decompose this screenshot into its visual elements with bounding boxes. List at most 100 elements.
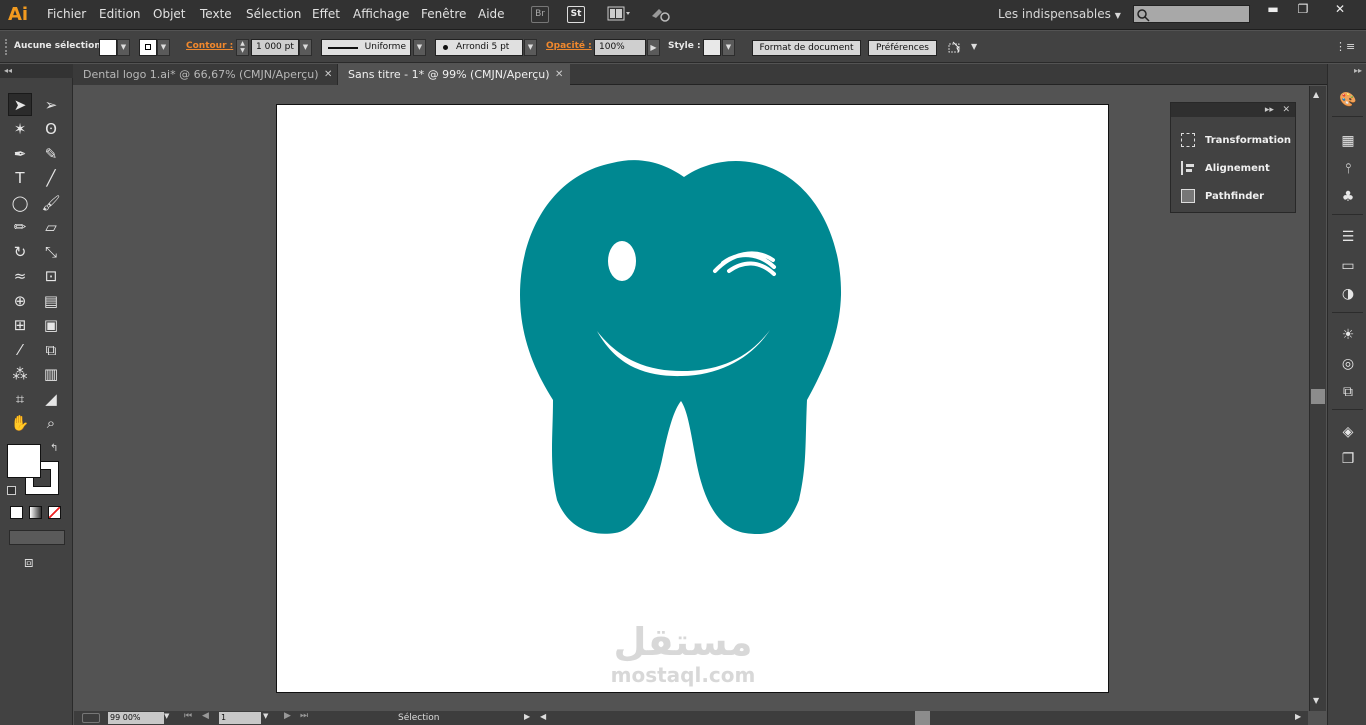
warp-icon[interactable]: ≈ xyxy=(8,265,32,288)
workspace-switcher[interactable]: Les indispensables ▼ xyxy=(998,7,1121,21)
fill-color-swatch[interactable] xyxy=(7,444,41,478)
scroll-right-icon[interactable]: ▶ xyxy=(1295,712,1301,721)
dock-collapse-icon[interactable]: ▸▸ xyxy=(1354,66,1362,75)
horizontal-scrollbar[interactable]: ◀ ▶ xyxy=(536,711,1308,725)
close-icon[interactable]: ✕ xyxy=(555,64,563,85)
panel-item-transformation[interactable]: Transformation xyxy=(1181,130,1291,150)
opacity-label[interactable]: Opacité : xyxy=(546,41,592,51)
asset-export-icon[interactable]: ⧉ xyxy=(1338,383,1358,401)
tooth-logo[interactable] xyxy=(277,105,1110,694)
panel-item-pathfinder[interactable]: Pathfinder xyxy=(1181,186,1264,206)
document-setup-button[interactable]: Format de document xyxy=(752,40,861,56)
zoom-dropdown[interactable]: ▼ xyxy=(164,712,169,720)
graphic-styles-icon[interactable]: ◎ xyxy=(1338,355,1358,373)
type-tool-icon[interactable]: T xyxy=(8,167,32,190)
close-icon[interactable]: ✕ xyxy=(324,64,332,85)
brush-dropdown[interactable]: ▼ xyxy=(524,39,537,56)
preferences-button[interactable]: Préférences xyxy=(868,40,937,56)
stroke-dropdown[interactable]: ▼ xyxy=(157,39,170,56)
magic-wand-icon[interactable]: ✶ xyxy=(8,118,32,141)
stock-icon[interactable]: St xyxy=(567,6,585,23)
tools-panel-collapse-icon[interactable]: ◂◂ xyxy=(0,64,73,78)
menu-effet[interactable]: Effet xyxy=(312,7,340,21)
artboard-number-field[interactable]: 1 xyxy=(219,712,261,724)
fill-dropdown[interactable]: ▼ xyxy=(117,39,130,56)
menu-objet[interactable]: Objet xyxy=(153,7,185,21)
stroke-profile-field[interactable]: Uniforme xyxy=(321,39,411,56)
scale-icon[interactable]: ⤡ xyxy=(39,240,63,263)
artboard[interactable] xyxy=(276,104,1109,693)
color-mode-icon[interactable] xyxy=(10,506,23,519)
fill-swatch[interactable] xyxy=(99,39,117,56)
paintbrush-icon[interactable]: 🖌 xyxy=(39,191,63,214)
curvature-icon[interactable]: ✎ xyxy=(39,142,63,165)
direct-selection-tool-icon[interactable]: ➢ xyxy=(39,93,63,116)
pen-tool-icon[interactable]: ✒ xyxy=(8,142,32,165)
next-artboard-icon[interactable]: ▶ xyxy=(284,711,291,721)
gradient-panel-icon[interactable]: ▭ xyxy=(1338,257,1358,275)
rotate-icon[interactable]: ↻ xyxy=(8,240,32,263)
artboard-tool-icon[interactable]: ⌗ xyxy=(8,387,32,410)
menu-selection[interactable]: Sélection xyxy=(246,7,301,21)
shape-builder-icon[interactable]: ⊕ xyxy=(8,289,32,312)
scroll-thumb[interactable] xyxy=(1311,389,1325,404)
hand-icon[interactable]: ✋ xyxy=(8,412,32,435)
swap-colors-icon[interactable]: ↰ xyxy=(50,443,58,454)
scroll-down-icon[interactable]: ▼ xyxy=(1313,696,1319,705)
menu-aide[interactable]: Aide xyxy=(478,7,505,21)
last-artboard-icon[interactable]: ⏭ xyxy=(300,711,308,721)
stroke-profile-dropdown[interactable]: ▼ xyxy=(413,39,426,56)
slice-icon[interactable]: ◢ xyxy=(39,387,63,410)
appearance-icon[interactable]: ☀ xyxy=(1338,326,1358,344)
opacity-field[interactable]: 100% xyxy=(594,39,646,56)
draw-modes-icon[interactable] xyxy=(9,530,65,545)
scroll-up-icon[interactable]: ▲ xyxy=(1313,90,1319,99)
tab-dental-logo[interactable]: Dental logo 1.ai* @ 66,67% (CMJN/Aperçu)… xyxy=(73,64,338,85)
align-options-icon[interactable] xyxy=(947,40,967,56)
brushes-icon[interactable]: ⫯ xyxy=(1338,160,1358,178)
transparency-icon[interactable]: ◑ xyxy=(1338,285,1358,303)
prev-artboard-icon[interactable]: ◀ xyxy=(202,711,209,721)
first-artboard-icon[interactable]: ⏮ xyxy=(184,711,192,721)
h-scroll-thumb[interactable] xyxy=(915,711,930,725)
zoom-icon[interactable]: ⌕ xyxy=(39,412,63,435)
menu-affichage[interactable]: Affichage xyxy=(353,7,409,21)
menu-fenetre[interactable]: Fenêtre xyxy=(421,7,466,21)
layers-icon[interactable]: ◈ xyxy=(1338,423,1358,441)
artboard-dropdown[interactable]: ▼ xyxy=(263,712,268,720)
gradient-icon[interactable]: ▣ xyxy=(39,314,63,337)
blend-icon[interactable]: ⧉ xyxy=(39,338,63,361)
tab-sans-titre[interactable]: Sans titre - 1* @ 99% (CMJN/Aperçu) ✕ xyxy=(338,64,570,85)
menu-texte[interactable]: Texte xyxy=(200,7,232,21)
expand-icon[interactable]: ▸▸ xyxy=(1265,105,1274,115)
eyedropper-icon[interactable]: ⁄ xyxy=(8,338,32,361)
column-graph-icon[interactable]: ▥ xyxy=(39,363,63,386)
lasso-icon[interactable]: ʘ xyxy=(39,118,63,141)
artboards-icon[interactable]: ❐ xyxy=(1338,450,1358,468)
opacity-slider-toggle[interactable]: ▶ xyxy=(647,39,660,56)
vertical-scrollbar[interactable]: ▲ ▼ xyxy=(1309,86,1326,711)
graphic-style-dropdown[interactable]: ▼ xyxy=(722,39,735,56)
stroke-panel-icon[interactable]: ☰ xyxy=(1338,228,1358,246)
align-options-dropdown[interactable]: ▼ xyxy=(971,42,977,51)
perspective-grid-icon[interactable]: ▤ xyxy=(39,289,63,312)
symbol-sprayer-icon[interactable]: ⁂ xyxy=(8,363,32,386)
graphic-style-swatch[interactable] xyxy=(703,39,721,56)
share-icon[interactable] xyxy=(82,713,100,723)
free-transform-icon[interactable]: ⊡ xyxy=(39,265,63,288)
stroke-label[interactable]: Contour : xyxy=(186,41,233,51)
help-search-input[interactable] xyxy=(1133,5,1250,23)
zoom-field[interactable]: 99 00% xyxy=(108,712,164,724)
arrange-documents-icon[interactable] xyxy=(606,6,632,23)
ellipse-tool-icon[interactable]: ◯ xyxy=(8,191,32,214)
bridge-icon[interactable]: Br xyxy=(531,6,549,23)
mesh-icon[interactable]: ⊞ xyxy=(8,314,32,337)
close-icon[interactable]: ✕ xyxy=(1282,105,1290,115)
gpu-performance-icon[interactable] xyxy=(650,6,672,23)
stroke-swatch[interactable] xyxy=(139,39,157,56)
close-window-button[interactable]: ✕ xyxy=(1320,2,1360,16)
symbols-icon[interactable]: ♣ xyxy=(1338,188,1358,206)
panel-item-alignement[interactable]: Alignement xyxy=(1181,158,1270,178)
scroll-left-icon[interactable]: ◀ xyxy=(540,712,546,721)
panel-menu-icon[interactable]: ⋮≡ xyxy=(1335,40,1355,53)
